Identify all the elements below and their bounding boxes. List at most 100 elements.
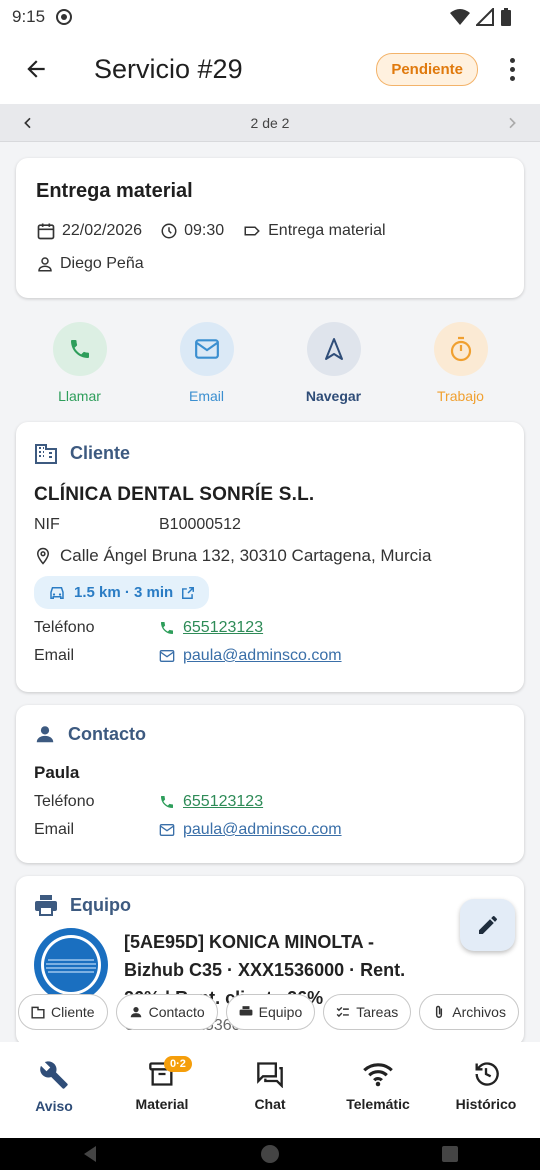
contact-phone-label: Teléfono xyxy=(34,793,95,810)
work-action[interactable]: Trabajo xyxy=(402,322,519,404)
konica-minolta-logo xyxy=(34,928,108,1002)
email-action-label: Email xyxy=(188,388,224,404)
chip-cliente[interactable]: Cliente xyxy=(18,994,108,1030)
system-back-icon[interactable] xyxy=(80,1144,100,1164)
edit-pencil-icon xyxy=(478,916,497,934)
equipment-line-1: [5AE95D] KONICA MINOLTA - xyxy=(124,932,374,952)
chevron-right-icon[interactable] xyxy=(504,115,520,131)
clock-icon xyxy=(161,223,177,239)
status-time: 9:15 xyxy=(12,7,46,26)
chevron-left-icon[interactable] xyxy=(20,115,36,131)
arrow-back-icon xyxy=(27,60,45,78)
person-icon xyxy=(130,1007,141,1018)
page-title: Servicio #29 xyxy=(94,53,243,84)
client-section-title: Cliente xyxy=(70,442,131,463)
status-badge: Pendiente xyxy=(376,52,478,86)
contact-email-link[interactable]: paula@adminsco.com xyxy=(183,821,342,839)
summary-card: Entrega material 22/02/2026 09:30 Entreg… xyxy=(16,158,524,298)
wifi-icon xyxy=(363,1063,393,1087)
chip-contacto[interactable]: Contacto xyxy=(115,994,218,1030)
nav-material-label: Material xyxy=(135,1096,189,1112)
nav-telematics[interactable]: Telemátic xyxy=(328,1060,428,1138)
email-icon xyxy=(159,650,175,662)
contact-name: Paula xyxy=(34,763,80,782)
label-icon xyxy=(244,226,260,236)
phone-icon xyxy=(70,340,89,358)
summary-person: Diego Peña xyxy=(60,255,144,272)
nav-chat-label: Chat xyxy=(254,1096,286,1112)
nav-historico[interactable]: Histórico xyxy=(436,1060,536,1138)
email-icon xyxy=(159,824,175,836)
route-text: 1.5 km · 3 min xyxy=(74,584,174,601)
system-recents-icon[interactable] xyxy=(440,1144,460,1164)
email-action[interactable]: Email xyxy=(148,322,265,404)
contact-email-label: Email xyxy=(34,821,75,838)
client-email-label: Email xyxy=(34,647,75,664)
client-address: Calle Ángel Bruna 132, 30310 Cartagena, … xyxy=(60,546,432,565)
summary-date: 22/02/2026 xyxy=(62,222,143,239)
pager-label: 2 de 2 xyxy=(250,114,290,131)
call-action[interactable]: Llamar xyxy=(21,322,138,404)
contact-card: Contacto Paula Teléfono 655123123 Email … xyxy=(16,705,524,863)
summary-title: Entrega material xyxy=(36,180,193,202)
phone-icon xyxy=(161,622,173,634)
chip-equipo[interactable]: Equipo xyxy=(225,994,316,1030)
status-bar: 9:15 xyxy=(0,0,540,34)
battery-icon xyxy=(501,8,511,26)
section-chips: Cliente Contacto Equipo Tareas Archivos xyxy=(0,994,540,1032)
email-icon xyxy=(194,339,219,359)
client-phone-link[interactable]: 655123123 xyxy=(183,619,263,637)
nif-label: NIF xyxy=(34,516,60,533)
nif-value: B10000512 xyxy=(159,516,241,533)
contact-section-title: Contacto xyxy=(68,723,146,744)
nav-aviso-label: Aviso xyxy=(35,1098,73,1114)
nav-historico-label: Histórico xyxy=(455,1096,517,1112)
client-name: CLÍNICA DENTAL SONRÍE S.L. xyxy=(34,484,315,505)
pager: 2 de 2 xyxy=(0,104,540,142)
app-bar: Servicio #29 Pendiente xyxy=(0,34,540,104)
checklist-icon xyxy=(336,1006,350,1018)
chip-tareas[interactable]: Tareas xyxy=(323,994,412,1030)
more-menu-button[interactable] xyxy=(502,51,522,87)
system-navigation-bar xyxy=(0,1138,540,1170)
equipment-section-title: Equipo xyxy=(70,894,131,915)
equipment-line-2: Bizhub C35 · XXX1536000 · Rent. xyxy=(124,960,406,980)
nav-material[interactable]: 0·2 Material xyxy=(112,1056,212,1138)
nav-aviso[interactable]: Aviso xyxy=(4,1060,104,1138)
history-icon xyxy=(475,1062,499,1086)
system-home-icon[interactable] xyxy=(259,1143,281,1165)
route-chip[interactable]: 1.5 km · 3 min xyxy=(34,576,210,609)
signal-icon xyxy=(476,8,494,26)
wrench-icon xyxy=(40,1061,68,1089)
phone-icon xyxy=(161,796,173,808)
nav-chat[interactable]: Chat xyxy=(220,1060,320,1138)
building-icon xyxy=(31,1006,45,1019)
calendar-icon xyxy=(37,223,55,240)
bottom-navigation: Aviso 0·2 Material Chat Telemátic Histór… xyxy=(0,1042,540,1138)
timer-icon xyxy=(450,336,471,362)
chip-archivos-label: Archivos xyxy=(452,1004,506,1020)
summary-time: 09:30 xyxy=(184,222,225,239)
client-email-link[interactable]: paula@adminsco.com xyxy=(183,647,342,665)
chip-contacto-label: Contacto xyxy=(148,1004,205,1020)
navigate-action[interactable]: Navegar xyxy=(275,322,392,404)
attachment-icon xyxy=(436,1005,443,1018)
car-icon xyxy=(50,586,64,599)
client-card: Cliente CLÍNICA DENTAL SONRÍE S.L. NIF B1… xyxy=(16,422,524,692)
chat-icon xyxy=(257,1062,283,1088)
chip-tareas-label: Tareas xyxy=(356,1004,399,1020)
chip-equipo-label: Equipo xyxy=(258,1004,303,1020)
edit-fab[interactable] xyxy=(460,899,515,951)
contact-phone-link[interactable]: 655123123 xyxy=(183,793,263,811)
quick-actions: Llamar Email Navegar Trabajo xyxy=(16,322,524,404)
chip-archivos[interactable]: Archivos xyxy=(419,994,519,1030)
call-action-label: Llamar xyxy=(58,388,101,404)
back-button[interactable] xyxy=(18,51,54,87)
navigate-action-label: Navegar xyxy=(305,388,362,404)
work-action-label: Trabajo xyxy=(437,388,484,404)
chip-cliente-label: Cliente xyxy=(51,1004,95,1020)
client-phone-label: Teléfono xyxy=(34,619,95,636)
printer-icon xyxy=(239,1006,253,1016)
person-outline-icon xyxy=(38,257,52,272)
open-external-icon xyxy=(182,586,195,599)
